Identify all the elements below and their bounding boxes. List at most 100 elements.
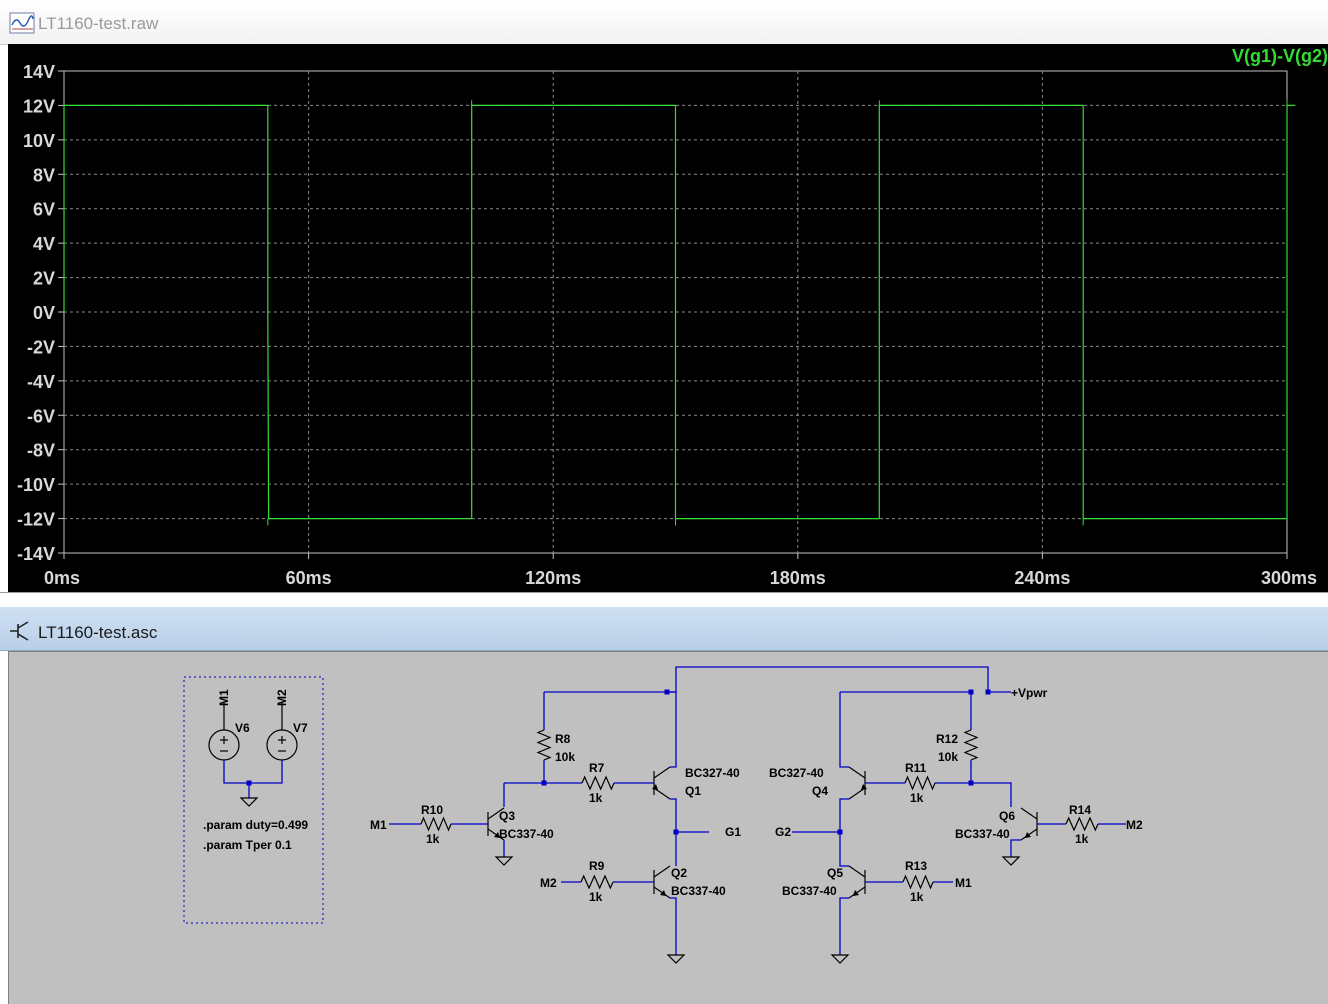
transistor-collector xyxy=(848,865,866,878)
junction xyxy=(985,689,991,695)
source-net-label: M2 xyxy=(275,689,289,706)
transistor-collector xyxy=(653,865,671,878)
schematic-label: 10k xyxy=(938,750,958,764)
schematic-label: 1k xyxy=(1075,832,1089,846)
y-tick-label: -8V xyxy=(27,441,55,461)
source-return-wire xyxy=(223,760,283,784)
x-tick-label: 0ms xyxy=(44,568,80,588)
transistor-collector xyxy=(653,766,671,779)
schematic-label: BC327-40 xyxy=(769,766,824,780)
wire xyxy=(839,897,849,955)
schematic-label: R7 xyxy=(589,761,605,775)
transistor-collector xyxy=(1020,807,1038,820)
schematic-label: BC337-40 xyxy=(782,884,837,898)
schematic-label: 1k xyxy=(910,890,924,904)
schematic-label: BC327-40 xyxy=(685,766,740,780)
y-tick-label: 6V xyxy=(33,200,55,220)
transistor-collector xyxy=(848,766,866,779)
trace-label: V(g1)-V(g2) xyxy=(1232,46,1328,66)
window-separator xyxy=(0,592,1328,608)
schematic-label: R12 xyxy=(936,732,958,746)
net-label: M1 xyxy=(955,876,972,890)
y-tick-label: -4V xyxy=(27,372,55,392)
net-label: M2 xyxy=(1126,818,1143,832)
waveform-chart[interactable]: 14V 12V 10V 8V 6V 4V 2V 0V -2V -4V -6V -8V -10V -12V -… xyxy=(8,44,1328,592)
source-group-box xyxy=(183,676,324,924)
schematic-label: Q6 xyxy=(999,809,1015,823)
net-label: M2 xyxy=(540,876,557,890)
ground-symbol xyxy=(239,797,259,807)
y-tick-label: 4V xyxy=(33,234,55,254)
wire xyxy=(670,897,677,955)
schematic-label: Q3 xyxy=(499,809,515,823)
y-tick-label: 2V xyxy=(33,269,55,289)
y-tick-label: 0V xyxy=(33,303,55,323)
transistor-arrow xyxy=(1025,832,1031,838)
g1-net-label: G1 xyxy=(725,825,741,839)
resistor-symbol xyxy=(902,874,934,890)
junction xyxy=(837,829,843,835)
schematic-label: 10k xyxy=(555,750,575,764)
schematic-label: BC337-40 xyxy=(671,884,726,898)
schematic-window-titlebar[interactable]: LT1160-test.asc xyxy=(0,607,1328,651)
transistor-arrow xyxy=(660,890,666,896)
schematic-label: R10 xyxy=(421,803,443,817)
net-label: M1 xyxy=(370,818,387,832)
schematic-label: Q2 xyxy=(671,866,687,880)
g2-net-label: G2 xyxy=(775,825,791,839)
schematic-label: BC337-40 xyxy=(955,827,1010,841)
y-tick-label: -10V xyxy=(17,475,55,495)
plot-window-titlebar[interactable]: LT1160-test.raw xyxy=(0,0,1328,45)
resistor-symbol xyxy=(580,874,614,890)
plot-window-title: LT1160-test.raw xyxy=(38,14,159,33)
y-tick-label: 14V xyxy=(23,62,55,82)
resistor-symbol xyxy=(420,816,452,832)
source-name: V6 xyxy=(235,721,250,735)
x-tick-label: 180ms xyxy=(770,568,826,588)
resistor-symbol xyxy=(1065,816,1099,832)
wire xyxy=(1010,839,1021,857)
transistor-arrow xyxy=(861,784,867,790)
schematic-drawing[interactable]: M1 V6 M2 V7 .param duty=0.499 .param Tper 0.1… xyxy=(9,652,1328,1004)
vpwr-net-label: +Vpwr xyxy=(1011,686,1048,700)
resistor-symbol xyxy=(536,729,552,761)
schematic-label: 1k xyxy=(589,791,603,805)
transistor-arrow xyxy=(853,890,859,896)
resistor-symbol xyxy=(963,729,979,761)
source-net-label: M1 xyxy=(217,689,231,706)
ground-symbol xyxy=(666,954,686,964)
x-tick-label: 60ms xyxy=(286,568,332,588)
schematic-label: Q4 xyxy=(812,784,828,798)
schematic-window-title: LT1160-test.asc xyxy=(38,623,158,642)
schematic-label: 1k xyxy=(426,832,440,846)
param-directive: .param duty=0.499 xyxy=(203,818,308,832)
transistor-arrow xyxy=(652,784,658,790)
wire xyxy=(971,782,1012,807)
schematic-label: R9 xyxy=(589,859,605,873)
x-tick-label: 120ms xyxy=(525,568,581,588)
schematic-label: 1k xyxy=(589,890,603,904)
schematic-label: R14 xyxy=(1069,803,1091,817)
y-tick-label: -14V xyxy=(17,544,55,564)
resistor-symbol xyxy=(904,775,936,791)
schematic-canvas[interactable]: M1 V6 M2 V7 .param duty=0.499 .param Tper 0.1… xyxy=(8,651,1328,1004)
waveform-plot[interactable]: 14V 12V 10V 8V 6V 4V 2V 0V -2V -4V -6V -8V -10V -12V -… xyxy=(8,44,1328,592)
schematic-label: R11 xyxy=(905,761,927,775)
param-directive: .param Tper 0.1 xyxy=(203,838,292,852)
schematic-label: R13 xyxy=(905,859,927,873)
schematic-label: R8 xyxy=(555,732,571,746)
wire xyxy=(670,798,677,832)
schematic-label: Q1 xyxy=(685,784,701,798)
waveform-icon xyxy=(9,12,35,34)
x-tick-label: 240ms xyxy=(1014,568,1070,588)
schematic-label: Q5 xyxy=(827,866,843,880)
y-tick-label: 10V xyxy=(23,131,55,151)
wire xyxy=(839,692,849,768)
source-name: V7 xyxy=(293,721,308,735)
resistor-symbol xyxy=(581,775,615,791)
schematic-label: 1k xyxy=(910,791,924,805)
schematic-label: BC337-40 xyxy=(499,827,554,841)
ground-symbol xyxy=(494,856,514,866)
y-tick-label: 8V xyxy=(33,165,55,185)
transistor-icon xyxy=(10,621,29,641)
